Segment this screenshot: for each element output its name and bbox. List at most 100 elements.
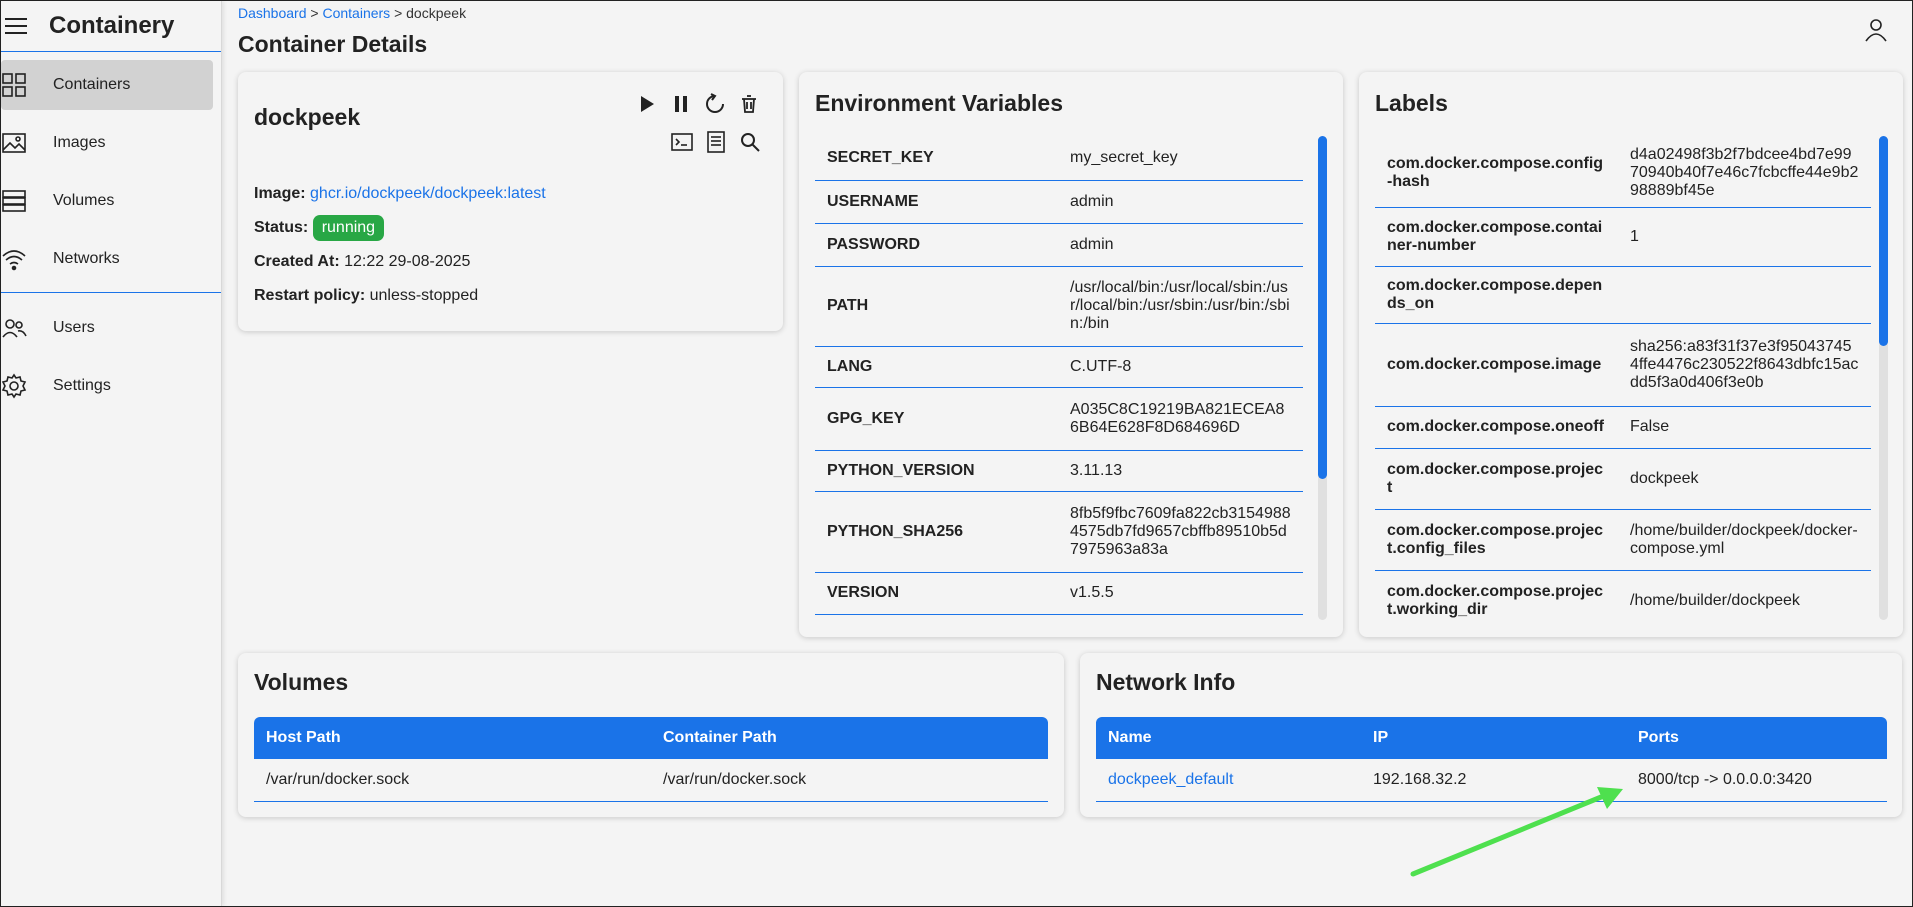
image-icon [1,130,27,156]
grid-icon [1,72,27,98]
sidebar-item-users[interactable]: Users [1,303,213,353]
sidebar-item-label: Images [53,134,106,151]
env-value: /usr/local/bin:/usr/local/sbin:/usr/loca… [1058,266,1303,347]
users-icon [1,315,27,341]
env-table: SECRET_KEY my_secret_key USERNAME admin PA… [815,137,1303,615]
env-value: C.UTF-8 [1058,346,1303,388]
env-scrollbar-thumb[interactable] [1318,136,1327,479]
table-row: VERSION v1.5.5 [815,572,1303,615]
label-key: com.docker.compose.project.working_dir [1375,570,1618,620]
container-card: dockpeek Image: ghcr.io/dockpeek/dockpee… [238,72,783,331]
label-key: com.docker.compose.image [1375,323,1618,407]
label-key: com.docker.compose.project [1375,448,1618,510]
breadcrumb: Dashboard > Containers > dockpeek [238,5,466,21]
network-name-link[interactable]: dockpeek_default [1108,771,1233,788]
table-row: PATH/usr/local/bin:/usr/local/sbin:/usr/… [815,266,1303,347]
label-key: com.docker.compose.container-number [1375,207,1618,267]
breadcrumb-containers[interactable]: Containers [322,5,390,21]
label-key: com.docker.compose.config-hash [1375,140,1618,208]
logs-icon[interactable] [704,130,728,154]
sidebar-item-images[interactable]: Images [1,118,213,168]
hamburger-menu-icon[interactable] [5,16,27,36]
volumes-card: Volumes Host Path Container Path /var/ru… [238,653,1064,817]
labels-table-wrap[interactable]: com.docker.compose.config-hash d4a02498f3… [1375,140,1871,620]
env-table-wrap[interactable]: SECRET_KEY my_secret_key USERNAME admin PA… [815,137,1303,617]
container-path: /var/run/docker.sock [651,759,1048,802]
env-scrollbar[interactable] [1318,136,1327,620]
env-key: LANG [815,346,1058,388]
table-row: com.docker.compose.image sha256:a83f31f37… [1375,323,1871,407]
network-name: dockpeek_default [1096,759,1361,802]
label-value: sha256:a83f31f37e3f950437454ffe4476c2305… [1618,323,1871,407]
action-toolbar [635,92,761,116]
labels-title: Labels [1375,90,1448,116]
network-title: Network Info [1096,669,1236,695]
label-key: com.docker.compose.project.config_files [1375,509,1618,571]
col-ports: Ports [1626,717,1887,759]
env-value: admin [1058,180,1303,224]
restart-label: Restart policy: [254,287,366,304]
env-title: Environment Variables [815,90,1063,116]
env-value: v1.5.5 [1058,572,1303,615]
table-row: PYTHON_VERSION 3.11.13 [815,450,1303,492]
breadcrumb-separator: > [310,5,319,21]
labels-card: Labels com.docker.compose.config-hash d4a… [1359,72,1903,637]
table-row: SECRET_KEY my_secret_key [815,137,1303,181]
sidebar: Containery Containers Images Volumes Net… [1,1,222,906]
table-header-row: Name IP Ports [1096,717,1887,759]
network-ports: 8000/tcp -> 0.0.0.0:3420 [1626,759,1887,802]
user-icon[interactable] [1863,17,1889,43]
breadcrumb-dashboard[interactable]: Dashboard [238,5,307,21]
env-value: 3.11.13 [1058,450,1303,492]
page-title: Container Details [238,31,428,57]
table-row: LANG C.UTF-8 [815,346,1303,388]
brand-bar: Containery [1,1,221,52]
sidebar-item-volumes[interactable]: Volumes [1,176,213,226]
status-label: Status: [254,219,309,236]
database-icon [1,188,27,214]
table-row: com.docker.compose.oneoff False [1375,406,1871,449]
sidebar-item-label: Containers [53,76,131,93]
label-key: com.docker.compose.oneoff [1375,406,1618,449]
sidebar-item-label: Networks [53,250,120,267]
env-key: SECRET_KEY [815,137,1058,181]
sidebar-item-label: Users [53,319,95,336]
sidebar-item-networks[interactable]: Networks [1,234,213,284]
label-value: d4a02498f3b2f7bdcee4bd7e9970940b40f7e46c… [1618,140,1871,208]
labels-scrollbar-thumb[interactable] [1879,136,1888,346]
status-row: Status: running [254,211,546,245]
label-value: False [1618,406,1871,449]
trash-icon[interactable] [737,92,761,116]
sidebar-item-label: Volumes [53,192,115,209]
sidebar-nav: Containers Images Volumes Networks Users… [1,52,221,411]
table-row: com.docker.compose.depends_on [1375,266,1871,324]
col-name: Name [1096,717,1361,759]
image-row: Image: ghcr.io/dockpeek/dockpeek:latest [254,177,546,211]
sidebar-item-containers[interactable]: Containers [1,60,213,110]
sidebar-item-settings[interactable]: Settings [1,361,213,411]
label-value: /home/builder/dockpeek/docker-compose.ym… [1618,509,1871,571]
restart-row: Restart policy: unless-stopped [254,279,546,313]
table-row: com.docker.compose.project.config_files /… [1375,509,1871,571]
restart-icon[interactable] [703,92,727,116]
labels-scrollbar[interactable] [1879,136,1888,620]
table-row: PASSWORD admin [815,223,1303,267]
table-row: GPG_KEY A035C8C19219BA821ECEA86B64E628F8D… [815,387,1303,451]
table-row: com.docker.compose.config-hash d4a02498f3… [1375,140,1871,208]
table-row: com.docker.compose.project.working_dir/h… [1375,570,1871,620]
env-value: admin [1058,223,1303,267]
labels-table: com.docker.compose.config-hash d4a02498f3… [1375,140,1871,620]
play-icon[interactable] [635,92,659,116]
env-key: VERSION [815,572,1058,615]
container-info: Image: ghcr.io/dockpeek/dockpeek:latest … [254,177,546,313]
table-row: com.docker.compose.project dockpeek [1375,448,1871,510]
env-value: my_secret_key [1058,137,1303,181]
wifi-icon [1,246,27,272]
image-link[interactable]: ghcr.io/dockpeek/dockpeek:latest [310,185,546,202]
env-card: Environment Variables SECRET_KEY my_secre… [799,72,1343,637]
label-value: /home/builder/dockpeek [1618,570,1871,620]
pause-icon[interactable] [669,92,693,116]
search-icon[interactable] [738,130,762,154]
secondary-toolbar [670,130,762,154]
terminal-icon[interactable] [670,130,694,154]
